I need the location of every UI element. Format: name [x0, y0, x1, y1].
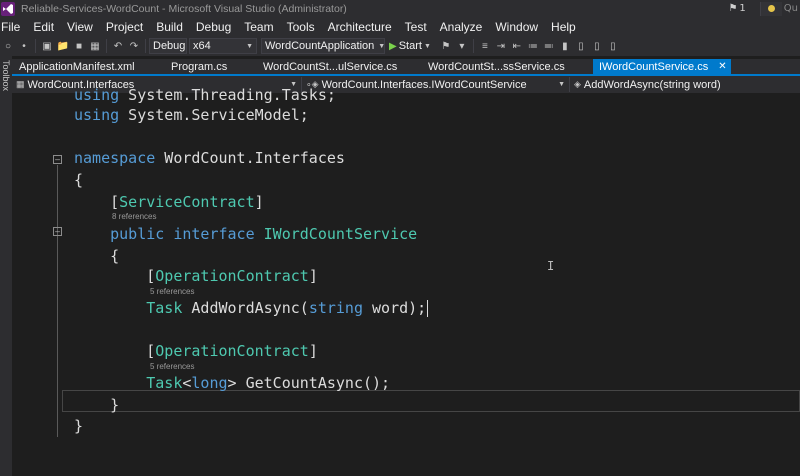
chevron-down-icon: ▼ — [246, 42, 253, 50]
back-icon[interactable]: ○ — [1, 39, 15, 53]
menu-file[interactable]: File — [0, 20, 27, 34]
uncomment-icon[interactable]: ≕ — [542, 39, 556, 53]
menu-project[interactable]: Project — [99, 20, 149, 34]
flag-icon: ⚑ — [728, 3, 738, 14]
collapse-icon[interactable]: – — [53, 227, 62, 236]
menu-help[interactable]: Help — [545, 20, 583, 34]
redo-icon[interactable]: ↷ — [127, 39, 141, 53]
tab-wordcount-stateless-service[interactable]: WordCountSt...ssService.cs — [423, 59, 593, 74]
menu-architecture[interactable]: Architecture — [321, 20, 398, 34]
member-dropdown[interactable]: ◈ AddWordAsync(string word) — [570, 77, 800, 92]
chevron-down-icon: ▼ — [378, 42, 386, 50]
codelens-references[interactable]: 8 references — [112, 212, 156, 221]
code-line: public interface IWordCountService — [110, 225, 418, 243]
method-icon: ◈ — [574, 79, 581, 89]
tab-iwordcountservice[interactable]: IWordCountService.cs ✕ — [593, 59, 731, 74]
title-bar: Reliable-Services-WordCount - Microsoft … — [0, 0, 800, 17]
prev-bookmark-icon[interactable]: ▯ — [574, 39, 588, 53]
collapse-icon[interactable]: – — [53, 155, 62, 164]
codelens-references[interactable]: 5 references — [150, 287, 194, 296]
save-icon[interactable]: ■ — [72, 39, 86, 53]
attach-icon[interactable]: ⚑ — [439, 39, 453, 53]
startup-project-dropdown[interactable]: WordCountApplication ▼ — [261, 38, 385, 54]
configuration-dropdown[interactable]: Debug — [149, 38, 187, 54]
menu-team[interactable]: Team — [238, 20, 280, 34]
chevron-down-icon: ▼ — [423, 42, 431, 50]
menu-test[interactable]: Test — [398, 20, 433, 34]
code-line: [ServiceContract] — [74, 193, 264, 211]
type-dropdown[interactable]: ∘◈ WordCount.Interfaces.IWordCountServic… — [302, 77, 570, 92]
window-title: Reliable-Services-WordCount - Microsoft … — [21, 2, 347, 15]
text-cursor — [427, 300, 429, 317]
notification-count: 1 — [739, 3, 746, 14]
codelens-references[interactable]: 5 references — [150, 362, 194, 371]
outline-line — [57, 165, 58, 437]
standard-toolbar: ○ • ▣ 📁 ■ ▦ ↶ ↷ Debug x64 ▼ WordCountApp… — [0, 36, 800, 56]
tab-program[interactable]: Program.cs — [150, 59, 258, 74]
start-button[interactable]: ▶ Start ▼ — [389, 40, 431, 52]
code-line: [OperationContract] — [74, 267, 318, 285]
save-all-icon[interactable]: ▦ — [88, 39, 102, 53]
dropdown-icon[interactable]: ▾ — [455, 39, 469, 53]
platform-dropdown[interactable]: x64 ▼ — [189, 38, 257, 54]
code-line: using System.ServiceModel; — [74, 106, 309, 124]
code-line: Task<long> GetCountAsync(); — [146, 374, 391, 392]
quick-launch-icon[interactable] — [759, 1, 782, 16]
code-line: namespace WordCount.Interfaces — [74, 149, 345, 167]
toolbox-strip — [0, 56, 12, 476]
tab-application-manifest[interactable]: ApplicationManifest.xml — [12, 59, 150, 74]
menu-view[interactable]: View — [61, 20, 100, 34]
csharp-project-icon: ▦ — [16, 79, 25, 89]
visual-studio-logo-icon[interactable] — [1, 1, 15, 16]
menu-window[interactable]: Window — [489, 20, 545, 34]
tab-wordcount-stateful-service[interactable]: WordCountSt...ulService.cs — [258, 59, 423, 74]
open-file-icon[interactable]: 📁 — [56, 39, 70, 53]
close-icon[interactable]: ✕ — [718, 61, 726, 72]
code-line: [OperationContract] — [74, 342, 318, 360]
forward-icon[interactable]: • — [17, 39, 31, 53]
indent-icon[interactable]: ⇥ — [494, 39, 508, 53]
find-icon[interactable]: ≡ — [478, 39, 492, 53]
code-line: using System.Threading.Tasks; — [74, 86, 336, 104]
mouse-ibeam-icon: I — [547, 259, 555, 273]
chevron-down-icon: ▼ — [558, 81, 565, 88]
code-line: Task AddWordAsync(string word); — [146, 299, 429, 317]
bookmark-icon[interactable]: ▮ — [558, 39, 572, 53]
quick-launch-input[interactable]: Qu — [784, 3, 798, 14]
toolbox-tab[interactable]: Toolbox — [1, 60, 11, 110]
next-bookmark-icon[interactable]: ▯ — [590, 39, 604, 53]
code-line: } — [74, 417, 84, 435]
notifications-button[interactable]: ⚑ 1 — [728, 3, 745, 14]
play-icon: ▶ — [389, 40, 397, 52]
code-line: { — [110, 247, 120, 265]
code-line: { — [74, 171, 84, 189]
document-tabs: ApplicationManifest.xml Program.cs WordC… — [12, 59, 800, 76]
menu-tools[interactable]: Tools — [280, 20, 321, 34]
new-project-icon[interactable]: ▣ — [40, 39, 54, 53]
menu-build[interactable]: Build — [150, 20, 190, 34]
current-line-highlight — [62, 390, 800, 412]
menu-edit[interactable]: Edit — [27, 20, 61, 34]
undo-icon[interactable]: ↶ — [111, 39, 125, 53]
menu-bar: File Edit View Project Build Debug Team … — [0, 17, 800, 36]
outdent-icon[interactable]: ⇤ — [510, 39, 524, 53]
clear-bookmarks-icon[interactable]: ▯ — [606, 39, 620, 53]
comment-icon[interactable]: ≔ — [526, 39, 540, 53]
menu-analyze[interactable]: Analyze — [433, 20, 489, 34]
code-editor[interactable]: – – using System.Threading.Tasks; using … — [12, 86, 800, 476]
code-line: } — [110, 396, 120, 414]
menu-debug[interactable]: Debug — [189, 20, 237, 34]
